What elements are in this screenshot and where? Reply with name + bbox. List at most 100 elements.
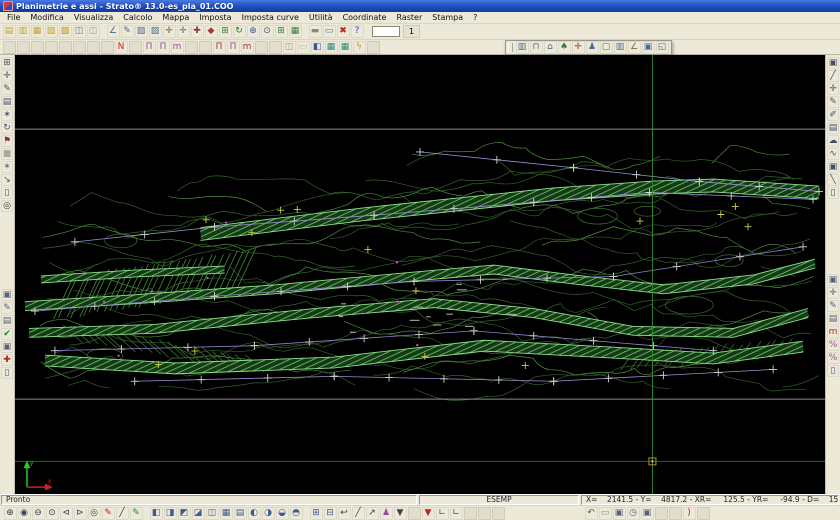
menu-item[interactable]: Utilità [304, 13, 338, 22]
notes-button[interactable]: ▤ [1, 96, 13, 108]
filter-button[interactable]: ▼ [394, 507, 407, 520]
insert-point-button[interactable]: ✛ [177, 25, 190, 38]
blank-button[interactable]: ▭ [297, 41, 310, 54]
track-b-button[interactable]: Π [157, 41, 170, 54]
view-6-button[interactable]: ▦ [220, 507, 233, 520]
profile-a-button[interactable]: ∟ [436, 507, 449, 520]
zoom-prev-button[interactable]: ⊲ [60, 507, 73, 520]
image-button[interactable]: ▣ [827, 161, 839, 173]
pencil-b-button[interactable]: ✐ [827, 109, 839, 121]
slash-button[interactable]: ╲ [827, 174, 839, 186]
move-button[interactable]: ✛ [827, 83, 839, 95]
camera-button[interactable]: ▣ [1, 289, 13, 301]
toolbar-grip[interactable] [508, 43, 513, 52]
table-x-button[interactable]: ▦ [325, 41, 338, 54]
monument-button[interactable]: ♟ [586, 41, 599, 54]
m-red-button[interactable]: m [827, 326, 839, 338]
slope-m-button[interactable]: m [171, 41, 184, 54]
doc-button[interactable]: ▯ [827, 187, 839, 199]
flag-button[interactable]: ⚑ [1, 135, 13, 147]
offset-button[interactable]: ↘ [1, 174, 13, 186]
view-3-button[interactable]: ◩ [178, 507, 191, 520]
move-point-button[interactable]: ✛ [163, 25, 176, 38]
zoom-extents-button[interactable]: ⊙ [261, 25, 274, 38]
table-y-button[interactable]: ▦ [339, 41, 352, 54]
zoom-dynamic-button[interactable]: ◎ [88, 507, 101, 520]
save-all-button[interactable]: ◫ [87, 25, 100, 38]
doc-2-button[interactable]: ▣ [641, 507, 654, 520]
zoom-all-button[interactable]: ◉ [18, 507, 31, 520]
save-copy-button[interactable]: ◫ [283, 41, 296, 54]
menu-item[interactable]: Imposta [194, 13, 236, 22]
person-button[interactable]: ♟ [380, 507, 393, 520]
search-button[interactable]: ◎ [1, 200, 13, 212]
draw-a-button[interactable]: ╱ [352, 507, 365, 520]
line-2-button[interactable]: ╱ [116, 507, 129, 520]
track-c-button[interactable]: Π [213, 41, 226, 54]
view-5-button[interactable]: ◫ [206, 507, 219, 520]
bridge-button[interactable]: ⊓ [530, 41, 543, 54]
menu-item[interactable]: Modifica [25, 13, 68, 22]
flash-button[interactable]: ϟ [353, 41, 366, 54]
grid-button[interactable]: ⊞ [275, 25, 288, 38]
angle-button[interactable]: ∠ [628, 41, 641, 54]
menu-item[interactable]: File [2, 13, 25, 22]
undo-view-button[interactable]: ↶ [585, 507, 598, 520]
photo-button[interactable]: ▣ [642, 41, 655, 54]
dash-button[interactable]: ▬ [309, 25, 322, 38]
layers-button[interactable]: ▤ [1, 315, 13, 327]
sphere-4-button[interactable]: ◓ [290, 507, 303, 520]
redline-button[interactable]: ✎ [102, 507, 115, 520]
fill-button[interactable]: ■ [1, 148, 13, 160]
station-tool-button[interactable]: ✚ [191, 25, 204, 38]
pencil-a-button[interactable]: ✎ [827, 96, 839, 108]
sphere-3-button[interactable]: ◒ [276, 507, 289, 520]
clock-button[interactable]: ◷ [627, 507, 640, 520]
scale-input[interactable] [372, 26, 400, 37]
image-b-button[interactable]: ▣ [827, 274, 839, 286]
merge-button[interactable]: ▨ [59, 25, 72, 38]
profile-view-button[interactable]: ▥ [516, 41, 529, 54]
view-2-button[interactable]: ◨ [164, 507, 177, 520]
refresh-button[interactable]: ↻ [233, 25, 246, 38]
draw-b-button[interactable]: ↗ [366, 507, 379, 520]
copy-sheet-button[interactable]: ◱ [656, 41, 669, 54]
check-button[interactable]: ✔ [1, 328, 13, 340]
draw-line-button[interactable]: ✎ [121, 25, 134, 38]
pencil-c-button[interactable]: ✎ [827, 300, 839, 312]
scale-value[interactable]: 1 [403, 25, 420, 38]
zoom-box-button[interactable]: ⊞ [1, 57, 13, 69]
section-button[interactable]: ▥ [614, 41, 627, 54]
new-file-button[interactable]: ▤ [3, 25, 16, 38]
delete-tool-button[interactable]: ◆ [205, 25, 218, 38]
cross-marker-button[interactable]: ✛ [572, 41, 585, 54]
target-button[interactable]: ▣ [1, 341, 13, 353]
note-b-button[interactable]: ▤ [827, 313, 839, 325]
sphere-2-button[interactable]: ◑ [262, 507, 275, 520]
menu-item[interactable]: Raster [391, 13, 427, 22]
select-tool-button[interactable]: ∠ [107, 25, 120, 38]
view-4-button[interactable]: ◪ [192, 507, 205, 520]
track-a-button[interactable]: Π [143, 41, 156, 54]
menu-item[interactable]: Coordinate [338, 13, 392, 22]
wave-button[interactable]: ∿ [827, 148, 839, 160]
line-button[interactable]: ╱ [827, 70, 839, 82]
paren-red-button[interactable]: ) [683, 507, 696, 520]
add-point-button[interactable]: ✚ [1, 354, 13, 366]
filter-red-button[interactable]: ▼ [422, 507, 435, 520]
open-file-button[interactable]: ▥ [17, 25, 30, 38]
menu-item[interactable]: Imposta curve [237, 13, 304, 22]
import-button[interactable]: ▧ [45, 25, 58, 38]
rotate-button[interactable]: ↻ [1, 122, 13, 134]
edit-region-button[interactable]: ▧ [135, 25, 148, 38]
sketch-button[interactable]: ✎ [1, 302, 13, 314]
north-arrow-button[interactable]: N [115, 41, 128, 54]
note-a-button[interactable]: ▤ [827, 122, 839, 134]
grid-a-button[interactable]: ⊞ [310, 507, 323, 520]
menu-item[interactable]: ? [468, 13, 482, 22]
zoom-in-button[interactable]: ⊕ [4, 507, 17, 520]
text-button[interactable]: ▯ [1, 367, 13, 379]
picket-tool-button[interactable]: ⊞ [219, 25, 232, 38]
profile-b-button[interactable]: ∟ [450, 507, 463, 520]
tree-button[interactable]: ♠ [558, 41, 571, 54]
